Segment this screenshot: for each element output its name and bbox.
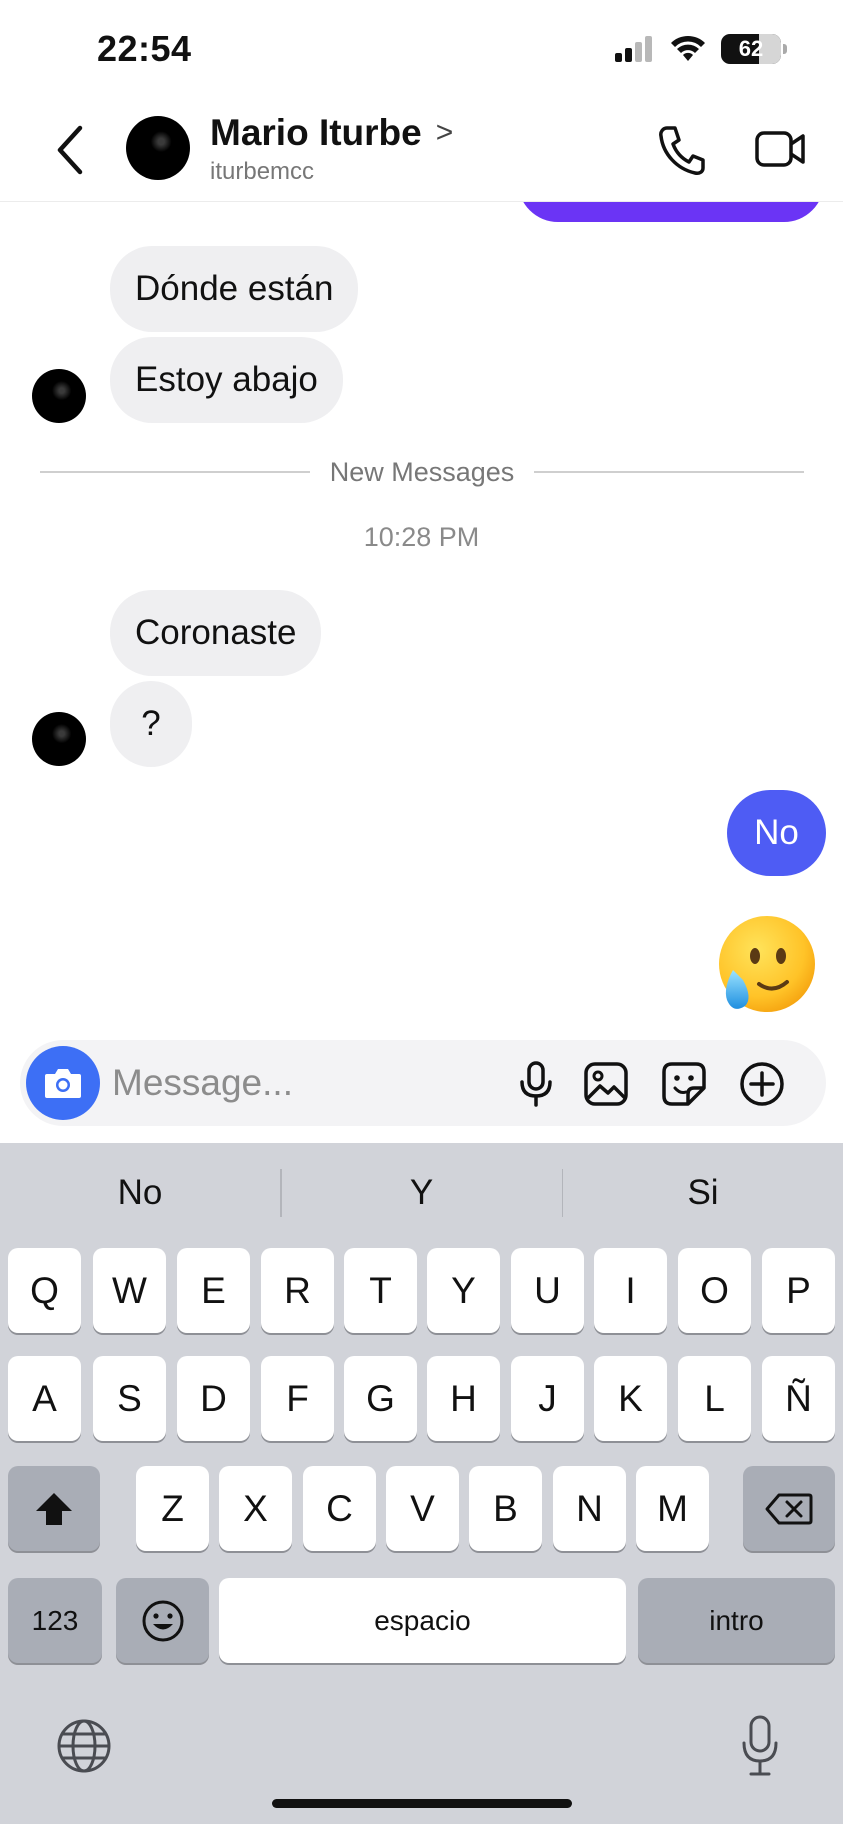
key[interactable]: T bbox=[344, 1248, 417, 1333]
new-messages-divider: New Messages bbox=[40, 456, 805, 487]
key[interactable]: R bbox=[261, 1248, 334, 1333]
battery-level: 62 bbox=[738, 36, 764, 61]
status-time: 22:54 bbox=[97, 28, 192, 69]
message-composer bbox=[20, 1040, 826, 1126]
dictation-microphone-icon[interactable] bbox=[741, 1715, 779, 1777]
microphone-icon[interactable] bbox=[512, 1060, 560, 1108]
key[interactable]: W bbox=[93, 1248, 166, 1333]
contact-name-text: Mario Iturbe bbox=[210, 112, 422, 153]
suggestion-item[interactable]: Si bbox=[563, 1173, 843, 1213]
key[interactable]: Q bbox=[8, 1248, 81, 1333]
key[interactable]: Z bbox=[136, 1466, 209, 1551]
message-text: ? bbox=[141, 704, 161, 743]
key[interactable]: H bbox=[427, 1356, 500, 1441]
key[interactable]: X bbox=[219, 1466, 292, 1551]
key[interactable]: L bbox=[678, 1356, 751, 1441]
key[interactable]: E bbox=[177, 1248, 250, 1333]
message-text: Dónde están bbox=[135, 269, 334, 308]
cellular-signal-icon bbox=[615, 36, 652, 62]
suggestion-bar: No Y Si bbox=[0, 1143, 843, 1243]
incoming-message-bubble[interactable]: Coronaste bbox=[110, 590, 322, 676]
key[interactable]: N bbox=[553, 1466, 626, 1551]
shift-key[interactable] bbox=[8, 1466, 100, 1551]
key[interactable]: Y bbox=[427, 1248, 500, 1333]
key[interactable]: V bbox=[386, 1466, 459, 1551]
key[interactable]: C bbox=[303, 1466, 376, 1551]
key[interactable]: B bbox=[469, 1466, 542, 1551]
message-timestamp: 10:28 PM bbox=[363, 522, 480, 552]
key[interactable]: P bbox=[762, 1248, 835, 1333]
key[interactable]: M bbox=[636, 1466, 709, 1551]
phone-icon[interactable] bbox=[657, 124, 705, 176]
incoming-message-bubble[interactable]: Estoy abajo bbox=[110, 337, 343, 423]
plus-circle-icon[interactable] bbox=[738, 1060, 786, 1108]
key[interactable]: O bbox=[678, 1248, 751, 1333]
globe-icon[interactable] bbox=[56, 1718, 112, 1774]
outgoing-message-bubble[interactable]: No bbox=[727, 790, 826, 876]
key[interactable]: S bbox=[93, 1356, 166, 1441]
key[interactable]: I bbox=[594, 1248, 667, 1333]
emoji-icon bbox=[142, 1600, 183, 1641]
face-holding-back-tears-emoji[interactable] bbox=[713, 914, 817, 1018]
sender-avatar[interactable] bbox=[32, 369, 86, 423]
space-key[interactable]: espacio bbox=[219, 1578, 626, 1663]
incoming-message-bubble[interactable]: ? bbox=[110, 681, 192, 767]
message-text: Coronaste bbox=[135, 613, 297, 652]
keyboard: No Y Si Q W E R T Y U I O P A S D F G H … bbox=[0, 1143, 843, 1824]
message-text: Estoy abajo bbox=[135, 360, 318, 399]
sent-message-bubble-partial[interactable] bbox=[518, 202, 824, 222]
status-icons: 62 bbox=[615, 34, 787, 64]
back-icon[interactable] bbox=[52, 122, 92, 178]
sender-avatar[interactable] bbox=[32, 712, 86, 766]
shift-icon bbox=[36, 1492, 72, 1525]
key[interactable]: U bbox=[511, 1248, 584, 1333]
avatar[interactable] bbox=[126, 116, 190, 180]
numbers-key[interactable]: 123 bbox=[8, 1578, 102, 1663]
key[interactable]: F bbox=[261, 1356, 334, 1441]
suggestion-item[interactable]: Y bbox=[282, 1173, 562, 1213]
emoji-key[interactable] bbox=[116, 1578, 209, 1663]
delete-key[interactable] bbox=[743, 1466, 835, 1551]
sticker-icon[interactable] bbox=[660, 1060, 708, 1108]
video-camera-icon[interactable] bbox=[754, 126, 806, 172]
chat-header: Mario Iturbe > iturbemcc bbox=[0, 100, 843, 202]
camera-button[interactable] bbox=[26, 1046, 100, 1120]
message-input[interactable] bbox=[112, 1054, 492, 1112]
key[interactable]: D bbox=[177, 1356, 250, 1441]
status-bar: 22:54 62 bbox=[0, 0, 843, 100]
key[interactable]: A bbox=[8, 1356, 81, 1441]
key[interactable]: Ñ bbox=[762, 1356, 835, 1441]
home-indicator[interactable] bbox=[272, 1799, 572, 1808]
chevron-right-icon: > bbox=[435, 116, 454, 149]
camera-icon bbox=[45, 1069, 81, 1098]
return-key[interactable]: intro bbox=[638, 1578, 835, 1663]
suggestion-item[interactable]: No bbox=[0, 1173, 280, 1213]
chat-thread[interactable]: Dónde están Estoy abajo New Messages 10:… bbox=[0, 202, 843, 1040]
key[interactable]: K bbox=[594, 1356, 667, 1441]
key[interactable]: G bbox=[344, 1356, 417, 1441]
key[interactable]: J bbox=[511, 1356, 584, 1441]
backspace-icon bbox=[765, 1493, 813, 1524]
battery-icon: 62 bbox=[721, 34, 787, 64]
contact-username: iturbemcc bbox=[210, 158, 315, 185]
wifi-icon bbox=[671, 35, 705, 61]
divider-label: New Messages bbox=[329, 456, 515, 487]
image-icon[interactable] bbox=[582, 1060, 630, 1108]
message-text: No bbox=[754, 813, 799, 852]
contact-name[interactable]: Mario Iturbe > bbox=[210, 112, 453, 154]
incoming-message-bubble[interactable]: Dónde están bbox=[110, 246, 359, 332]
